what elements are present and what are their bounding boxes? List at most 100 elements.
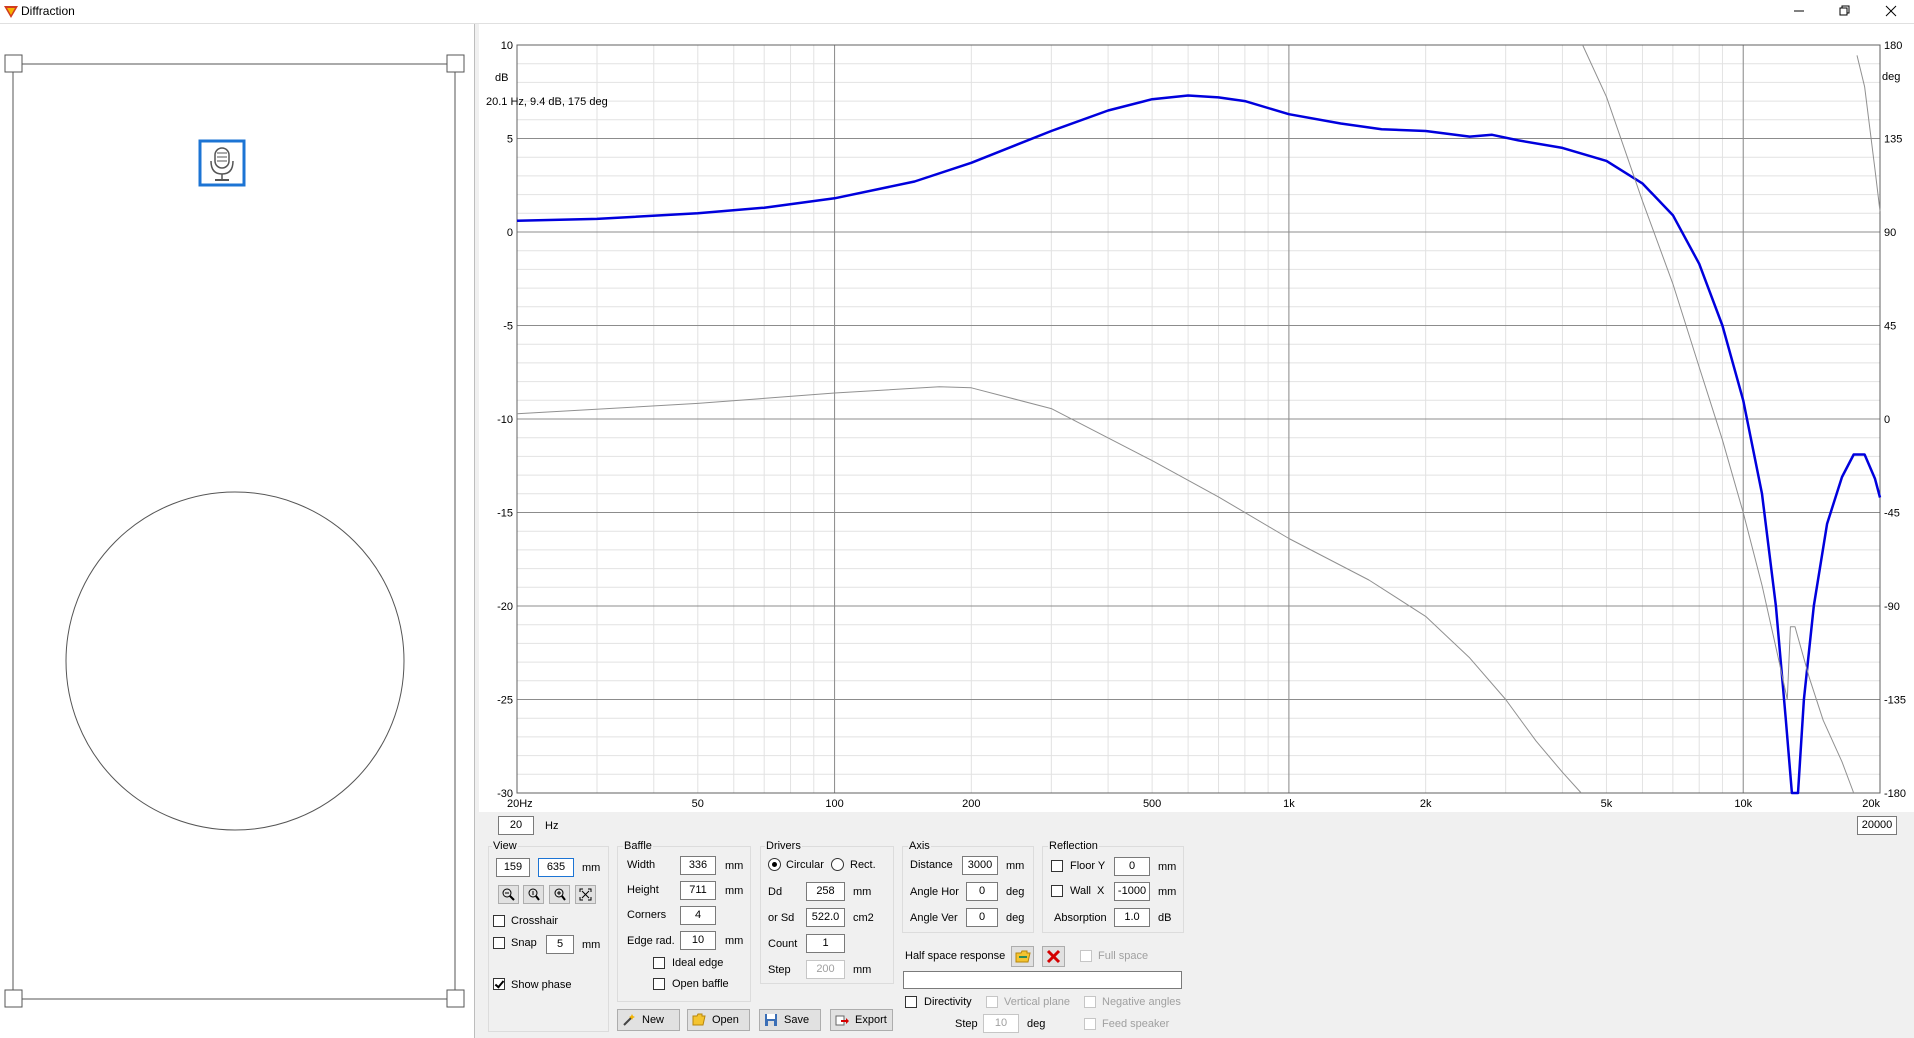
floor-checkbox[interactable] [1051, 860, 1063, 872]
angle-ver-unit: deg [1006, 912, 1025, 924]
export-button-label: Export [855, 1014, 887, 1026]
feed-speaker-checkbox[interactable] [1084, 1018, 1096, 1030]
resize-handle-bottom-left[interactable] [4, 989, 23, 1008]
angle-hor-unit: deg [1006, 886, 1025, 898]
axis-group-title: Axis [908, 840, 931, 853]
close-button[interactable] [1868, 0, 1914, 23]
save-button[interactable]: Save [759, 1009, 821, 1031]
distance-input[interactable]: 3000 [962, 856, 998, 875]
x-tick-label: 10k [1734, 798, 1752, 810]
directivity-label: Directivity [924, 996, 972, 1008]
rect-radio[interactable] [831, 858, 844, 871]
minimize-button[interactable] [1776, 0, 1822, 23]
new-button[interactable]: New [617, 1009, 680, 1031]
circular-radio[interactable] [768, 858, 781, 871]
directivity-step-input[interactable]: 10 [983, 1014, 1019, 1033]
microphone-icon[interactable] [198, 139, 246, 187]
negative-angles-label: Negative angles [1102, 996, 1181, 1008]
baffle-group-title: Baffle [623, 840, 653, 853]
directivity-step-label: Step [955, 1018, 978, 1030]
new-button-label: New [642, 1014, 665, 1026]
window-title: Diffraction [21, 4, 75, 18]
y-tick-label-left: -25 [497, 695, 513, 707]
angle-ver-input[interactable]: 0 [966, 908, 998, 927]
zoom-out-button[interactable] [498, 885, 519, 904]
new-wand-icon [623, 1014, 635, 1026]
view-y-input[interactable]: 635 [538, 858, 574, 877]
absorption-label: Absorption [1054, 912, 1107, 924]
sd-input[interactable]: 522.0 [806, 908, 845, 927]
x-tick-label: 50 [692, 798, 704, 810]
x-tick-label: 5k [1601, 798, 1613, 810]
open-folder-icon [692, 1013, 706, 1026]
y-tick-label-right: -90 [1884, 601, 1900, 613]
floor-unit: mm [1158, 861, 1177, 873]
dd-input[interactable]: 258 [806, 882, 845, 901]
y-tick-label-right: 90 [1884, 227, 1896, 239]
absorption-input[interactable]: 1.0 [1114, 908, 1150, 927]
wall-input[interactable]: -1000 [1114, 882, 1150, 901]
y-tick-label-right: -135 [1884, 695, 1906, 707]
baffle-height-input[interactable]: 711 [680, 881, 716, 900]
right-axis-unit: deg [1882, 71, 1900, 83]
baffle-view[interactable] [0, 24, 474, 1038]
restore-button[interactable] [1822, 0, 1868, 23]
angle-hor-input[interactable]: 0 [966, 882, 998, 901]
resize-handle-bottom-right[interactable] [446, 989, 465, 1008]
view-unit: mm [582, 862, 601, 874]
save-button-label: Save [784, 1014, 810, 1026]
directivity-checkbox[interactable] [905, 996, 917, 1008]
edge-radius-input[interactable]: 10 [680, 931, 716, 950]
feed-speaker-label: Feed speaker [1102, 1018, 1170, 1030]
driver-circle[interactable] [65, 491, 405, 831]
vertical-plane-checkbox[interactable] [986, 996, 998, 1008]
zoom-in-button[interactable] [523, 885, 544, 904]
snap-checkbox[interactable] [493, 937, 505, 949]
driver-step-input[interactable]: 200 [806, 960, 845, 979]
y-tick-label-left: 10 [501, 40, 513, 52]
x-tick-label: 20k [1862, 798, 1880, 810]
baffle-canvas[interactable] [0, 24, 474, 1038]
corners-input[interactable]: 4 [680, 906, 716, 925]
half-space-clear-button[interactable] [1042, 946, 1065, 967]
y-tick-label-left: -20 [497, 601, 513, 613]
open-baffle-checkbox[interactable] [653, 978, 665, 990]
half-space-open-button[interactable] [1011, 946, 1034, 967]
fit-view-button[interactable] [575, 885, 596, 904]
show-phase-checkbox[interactable] [493, 978, 505, 990]
half-space-file-field[interactable] [903, 971, 1182, 989]
negative-angles-checkbox[interactable] [1084, 996, 1096, 1008]
baffle-width-input[interactable]: 336 [680, 856, 716, 875]
x-tick-label: 1k [1283, 798, 1295, 810]
freq-max-input[interactable]: 20000 [1857, 816, 1897, 835]
full-space-checkbox[interactable] [1080, 950, 1092, 962]
y-tick-label-left: -10 [497, 414, 513, 426]
export-button[interactable]: Export [830, 1009, 893, 1031]
zoom-in-plus-button[interactable] [549, 885, 570, 904]
y-tick-label-right: 135 [1884, 134, 1902, 146]
floor-input[interactable]: 0 [1114, 857, 1150, 876]
show-phase-label: Show phase [511, 979, 572, 991]
restore-icon [1839, 5, 1850, 16]
freq-min-unit: Hz [545, 820, 559, 832]
open-button[interactable]: Open [687, 1009, 750, 1031]
full-space-label: Full space [1098, 950, 1149, 962]
view-x-input[interactable]: 159 [496, 858, 530, 877]
view-group-title: View [492, 840, 518, 853]
close-icon [1885, 5, 1897, 17]
crosshair-checkbox[interactable] [493, 915, 505, 927]
snap-input[interactable]: 5 [546, 935, 574, 954]
y-tick-label-left: 5 [507, 134, 513, 146]
count-input[interactable]: 1 [806, 934, 845, 953]
freq-min-input[interactable]: 20 [498, 816, 534, 835]
vertical-plane-label: Vertical plane [1004, 996, 1071, 1008]
ideal-edge-checkbox[interactable] [653, 957, 665, 969]
wall-checkbox[interactable] [1051, 885, 1063, 897]
resize-handle-top-left[interactable] [4, 54, 23, 73]
angle-hor-label: Angle Hor [910, 886, 959, 898]
y-tick-label-right: -45 [1884, 508, 1900, 520]
resize-handle-top-right[interactable] [446, 54, 465, 73]
frequency-response-graph[interactable]: 1050-5-10-15-20-25-30 18013590450-45-90-… [479, 24, 1914, 812]
rect-label: Rect. [850, 859, 876, 871]
drivers-group-title: Drivers [765, 840, 802, 853]
